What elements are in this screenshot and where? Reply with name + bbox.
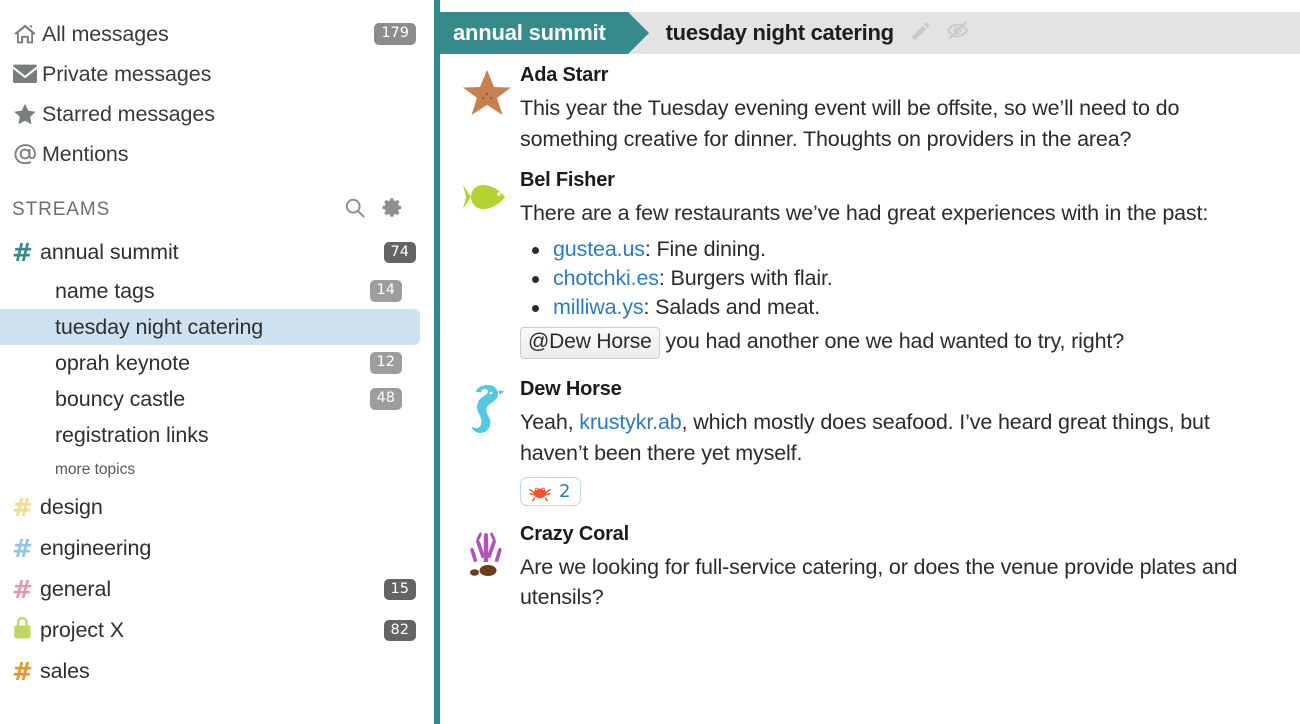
sidebar-stream-engineering[interactable]: # engineering <box>0 528 434 569</box>
sidebar-topic-oprah-keynote[interactable]: oprah keynote 12 <box>0 345 420 381</box>
message-list: Ada Starr This year the Tuesday evening … <box>440 54 1300 724</box>
message-sender[interactable]: Bel Fisher <box>520 169 615 192</box>
eye-slash-icon[interactable] <box>946 19 969 47</box>
search-icon[interactable] <box>343 196 367 225</box>
header-stream-tag[interactable]: annual summit <box>440 12 649 54</box>
sidebar-item-mentions[interactable]: Mentions <box>0 134 434 174</box>
list-item: milliwa.ys: Salads and meat. <box>520 293 1282 322</box>
hash-icon: # <box>12 238 33 267</box>
coral-avatar[interactable] <box>454 522 520 613</box>
home-icon <box>12 22 42 46</box>
unread-badge: 15 <box>383 578 416 601</box>
topic-name: bouncy castle <box>55 386 186 411</box>
unread-badge: 48 <box>369 388 402 410</box>
app-root: All messages 179 Private messages Starre… <box>0 0 1300 724</box>
topic-header-bar: annual summit tuesday night catering <box>440 12 1300 54</box>
unread-badge: 14 <box>369 280 402 302</box>
message-text-before-link: Yeah, <box>520 410 580 435</box>
topic-name: tuesday night catering <box>55 314 264 339</box>
envelope-icon <box>12 64 42 84</box>
stream-name: general <box>40 577 112 601</box>
hash-icon: # <box>12 534 33 563</box>
sidebar-item-starred-messages[interactable]: Starred messages <box>0 94 434 134</box>
user-mention-pill[interactable]: @Dew Horse <box>520 327 660 360</box>
hash-icon: # <box>12 493 33 522</box>
header-topic-title[interactable]: tuesday night catering <box>666 20 894 46</box>
sidebar-item-label: Mentions <box>42 141 129 166</box>
streams-header: STREAMS <box>0 188 434 232</box>
emoji-reaction[interactable]: 2 <box>520 477 582 507</box>
message-intro-text: There are a few restaurants we’ve had gr… <box>520 201 1209 226</box>
sidebar-stream-sales[interactable]: # sales <box>0 651 434 692</box>
topic-name: name tags <box>55 278 155 303</box>
reaction-count: 2 <box>559 481 571 503</box>
restaurant-link[interactable]: milliwa.ys <box>553 295 644 319</box>
gear-icon[interactable] <box>381 196 404 224</box>
sidebar-topic-name-tags[interactable]: name tags 14 <box>0 273 420 309</box>
sidebar-stream-annual-summit[interactable]: # annual summit 74 <box>0 232 434 273</box>
sidebar-item-label: Private messages <box>42 61 212 86</box>
stream-name: sales <box>40 659 90 683</box>
message-sender[interactable]: Ada Starr <box>520 64 608 87</box>
topic-name: oprah keynote <box>55 350 190 375</box>
crab-emoji <box>528 482 552 502</box>
left-sidebar: All messages 179 Private messages Starre… <box>0 0 434 724</box>
list-item: gustea.us: Fine dining. <box>520 235 1282 264</box>
unread-badge: 12 <box>369 352 402 374</box>
sidebar-stream-design[interactable]: # design <box>0 487 434 528</box>
sidebar-item-all-messages[interactable]: All messages 179 <box>0 14 434 54</box>
unread-badge: 179 <box>374 23 416 45</box>
seahorse-avatar[interactable] <box>454 377 520 507</box>
streams-title: STREAMS <box>12 199 111 220</box>
message-content: Crazy Coral Are we looking for full-serv… <box>520 522 1282 613</box>
restaurant-link[interactable]: krustykr.ab <box>579 410 681 434</box>
list-item: chotchki.es: Burgers with flair. <box>520 264 1282 293</box>
message-text: Are we looking for full-service catering… <box>520 554 1238 610</box>
message-text: This year the Tuesday evening event will… <box>520 96 1180 151</box>
unread-badge: 74 <box>383 241 416 264</box>
sidebar-item-label: All messages <box>42 21 169 46</box>
mention-trailing-text: you had another one we had wanted to try… <box>659 329 1125 354</box>
sidebar-item-private-messages[interactable]: Private messages <box>0 54 434 94</box>
message-sender[interactable]: Dew Horse <box>520 378 622 401</box>
unread-badge: 82 <box>383 619 416 642</box>
sidebar-stream-general[interactable]: # general 15 <box>0 569 434 610</box>
message-text: Yeah, krustykr.ab, which mostly does sea… <box>520 407 1282 468</box>
message-sender[interactable]: Crazy Coral <box>520 523 629 546</box>
topic-name: registration links <box>55 422 209 447</box>
message-row: Dew Horse Yeah, krustykr.ab, which mostl… <box>440 377 1300 507</box>
star-icon <box>12 102 42 127</box>
message-mention-line: @Dew Horse you had another one we had wa… <box>520 326 1282 360</box>
stream-name: design <box>40 495 103 519</box>
list-item-text: : Fine dining. <box>644 236 766 261</box>
stream-name: project X <box>40 618 124 642</box>
sidebar-topic-tuesday-night-catering[interactable]: tuesday night catering <box>0 309 420 345</box>
message-content: Bel Fisher There are a few restaurants w… <box>520 168 1282 360</box>
sidebar-topic-registration-links[interactable]: registration links <box>0 417 420 453</box>
starfish-avatar[interactable] <box>454 63 520 154</box>
at-icon <box>12 141 42 167</box>
message-row: Crazy Coral Are we looking for full-serv… <box>440 522 1300 613</box>
more-topics-link[interactable]: more topics <box>0 453 434 487</box>
lock-icon <box>12 616 40 645</box>
restaurant-list: gustea.us: Fine dining. chotchki.es: Bur… <box>520 235 1282 323</box>
fish-avatar[interactable] <box>454 168 520 359</box>
list-item-text: : Burgers with flair. <box>658 265 833 290</box>
message-row: Bel Fisher There are a few restaurants w… <box>440 168 1300 360</box>
sidebar-item-label: Starred messages <box>42 101 215 126</box>
list-item-text: : Salads and meat. <box>643 295 821 320</box>
message-content: Ada Starr This year the Tuesday evening … <box>520 63 1282 154</box>
restaurant-link[interactable]: gustea.us <box>553 237 645 261</box>
pencil-icon[interactable] <box>910 20 932 47</box>
message-pane: annual summit tuesday night catering Ada… <box>440 0 1300 724</box>
sidebar-topic-bouncy-castle[interactable]: bouncy castle 48 <box>0 381 420 417</box>
message-row: Ada Starr This year the Tuesday evening … <box>440 63 1300 154</box>
restaurant-link[interactable]: chotchki.es <box>553 266 659 290</box>
hash-icon: # <box>12 575 33 604</box>
stream-name: engineering <box>40 536 152 560</box>
hash-icon: # <box>12 657 33 686</box>
sidebar-stream-project-x[interactable]: project X 82 <box>0 610 434 651</box>
stream-name: annual summit <box>40 240 179 264</box>
message-content: Dew Horse Yeah, krustykr.ab, which mostl… <box>520 377 1282 507</box>
